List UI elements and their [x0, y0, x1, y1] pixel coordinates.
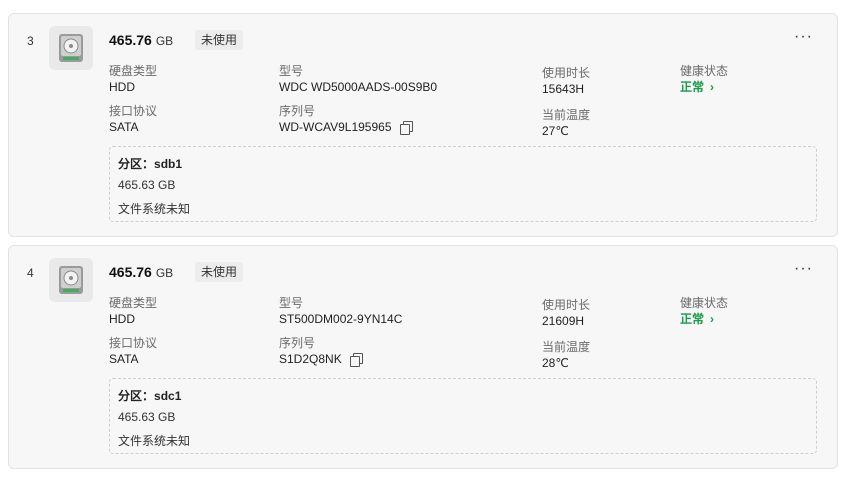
serial-value: S1D2Q8NK: [279, 352, 342, 366]
disk-type-label: 硬盘类型: [109, 64, 158, 78]
interface-label: 接口协议: [109, 104, 158, 118]
partition-filesystem: 文件系统未知: [118, 434, 191, 448]
chevron-right-icon: ›: [710, 312, 715, 326]
serial-field: 序列号 WD-WCAV9L195965: [279, 104, 413, 136]
partition-filesystem: 文件系统未知: [118, 202, 191, 216]
health-value: 正常: [680, 80, 705, 94]
partition-box: 分区：sdc1 465.63 GB 文件系统未知: [109, 378, 817, 454]
serial-field: 序列号 S1D2Q8NK: [279, 336, 363, 368]
usage-status-badge: 未使用: [195, 30, 244, 50]
capacity-unit: GB: [155, 266, 174, 280]
temperature-label: 当前温度: [542, 340, 591, 354]
temperature-field: 当前温度 27℃: [542, 108, 590, 140]
interface-field: 接口协议 SATA: [109, 336, 157, 368]
health-value: 正常: [680, 312, 705, 326]
interface-label: 接口协议: [109, 336, 158, 350]
more-options-icon[interactable]: ···: [794, 28, 813, 46]
health-field: 健康状态 正常 ›: [680, 64, 728, 96]
copy-icon[interactable]: [349, 353, 363, 367]
interface-field: 接口协议 SATA: [109, 104, 157, 136]
temperature-value: 28℃: [542, 356, 569, 370]
serial-value: WD-WCAV9L195965: [279, 120, 392, 134]
health-field: 健康状态 正常 ›: [680, 296, 728, 328]
model-field: 型号 ST500DM002-9YN14C: [279, 296, 402, 328]
disk-type-field: 硬盘类型 HDD: [109, 64, 157, 96]
health-status-link[interactable]: 正常 ›: [680, 78, 728, 96]
serial-value-row: WD-WCAV9L195965: [279, 118, 413, 136]
capacity-unit: GB: [155, 34, 174, 48]
disk-card: 4 465.76 GB 未使用 ··· 硬盘类型 HDD 接口协议 SATA 型号…: [8, 245, 838, 469]
disk-type-value: HDD: [109, 80, 135, 94]
partition-name: sdc1: [154, 389, 182, 403]
disk-type-value: HDD: [109, 312, 135, 326]
partition-label: 分区：: [118, 157, 155, 171]
usage-hours-value: 15643H: [542, 82, 585, 96]
usage-hours-field: 使用时长 21609H: [542, 298, 590, 330]
model-value: WDC WD5000AADS-00S9B0: [279, 80, 438, 94]
copy-icon[interactable]: [399, 121, 413, 135]
temperature-field: 当前温度 28℃: [542, 340, 590, 372]
interface-value: SATA: [109, 352, 139, 366]
usage-hours-field: 使用时长 15643H: [542, 66, 590, 98]
health-label: 健康状态: [680, 64, 729, 78]
disk-card: 3 465.76 GB 未使用 ··· 硬盘类型 HDD 接口协议 SATA 型号…: [8, 13, 838, 237]
partition-title: 分区：sdc1: [118, 387, 181, 404]
usage-hours-label: 使用时长: [542, 298, 591, 312]
disk-index: 4: [27, 266, 34, 280]
disk-type-label: 硬盘类型: [109, 296, 158, 310]
partition-label: 分区：: [118, 389, 155, 403]
usage-status-badge: 未使用: [195, 262, 244, 282]
partition-size: 465.63 GB: [118, 178, 176, 192]
model-label: 型号: [279, 64, 304, 78]
serial-value-row: S1D2Q8NK: [279, 350, 363, 368]
model-label: 型号: [279, 296, 304, 310]
interface-value: SATA: [109, 120, 139, 134]
partition-title: 分区：sdb1: [118, 155, 182, 172]
capacity-value: 465.76: [109, 32, 152, 48]
partition-size: 465.63 GB: [118, 410, 176, 424]
temperature-label: 当前温度: [542, 108, 591, 122]
serial-label: 序列号: [279, 104, 316, 118]
health-status-link[interactable]: 正常 ›: [680, 310, 728, 328]
serial-label: 序列号: [279, 336, 316, 350]
health-label: 健康状态: [680, 296, 729, 310]
chevron-right-icon: ›: [710, 80, 715, 94]
disk-type-field: 硬盘类型 HDD: [109, 296, 157, 328]
usage-hours-label: 使用时长: [542, 66, 591, 80]
temperature-value: 27℃: [542, 124, 569, 138]
disk-capacity: 465.76 GB: [109, 264, 173, 282]
partition-box: 分区：sdb1 465.63 GB 文件系统未知: [109, 146, 817, 222]
usage-hours-value: 21609H: [542, 314, 585, 328]
disk-index: 3: [27, 34, 34, 48]
partition-name: sdb1: [154, 157, 183, 171]
capacity-value: 465.76: [109, 264, 152, 280]
model-value: ST500DM002-9YN14C: [279, 312, 403, 326]
more-options-icon[interactable]: ···: [794, 260, 813, 278]
disk-capacity: 465.76 GB: [109, 32, 173, 50]
hard-drive-icon: [49, 258, 93, 302]
model-field: 型号 WDC WD5000AADS-00S9B0: [279, 64, 437, 96]
hard-drive-icon: [49, 26, 93, 70]
